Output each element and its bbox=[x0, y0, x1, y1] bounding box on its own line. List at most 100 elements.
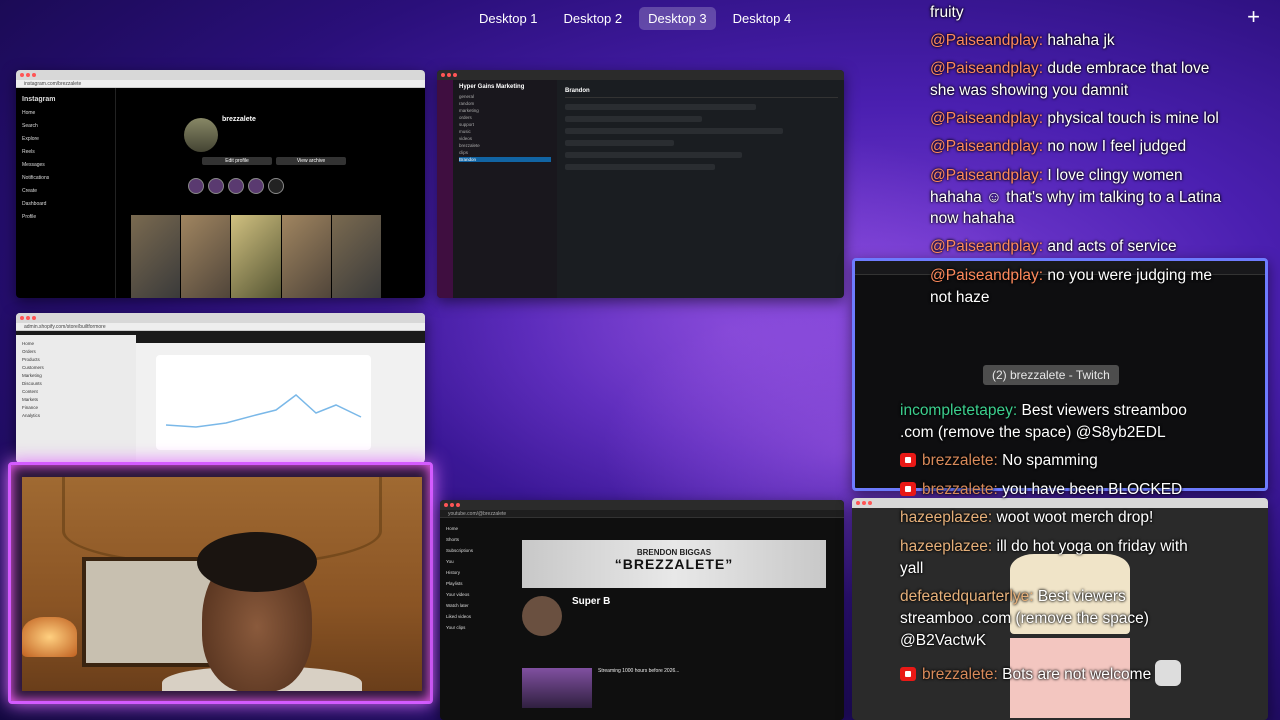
chat-username[interactable]: @Paiseandplay: bbox=[930, 60, 1043, 77]
yt-nav-item[interactable]: Shorts bbox=[446, 537, 509, 542]
channel-item[interactable]: orders bbox=[459, 115, 551, 120]
video-title[interactable]: Streaming 1000 hours before 2026... bbox=[598, 668, 679, 674]
desktop-tab-4[interactable]: Desktop 4 bbox=[724, 7, 801, 30]
shopify-menu-item[interactable]: Markets bbox=[22, 397, 130, 402]
chat-username[interactable]: defeatedquarterlye: bbox=[900, 588, 1034, 605]
yt-nav-item[interactable]: Liked videos bbox=[446, 614, 509, 619]
channel-item[interactable]: support bbox=[459, 122, 551, 127]
yt-nav-item[interactable]: Home bbox=[446, 526, 509, 531]
yt-nav-item[interactable]: Your clips bbox=[446, 625, 509, 630]
chat-username[interactable]: @Paiseandplay: bbox=[930, 238, 1043, 255]
view-archive-button[interactable]: View archive bbox=[276, 157, 346, 165]
new-highlight[interactable] bbox=[268, 178, 284, 194]
channel-item[interactable]: videos bbox=[459, 136, 551, 141]
yt-nav-item[interactable]: Your videos bbox=[446, 592, 509, 597]
ig-nav-item[interactable]: Dashboard bbox=[22, 201, 109, 207]
chat-username[interactable]: brezzalete: bbox=[922, 666, 998, 683]
chat-text: she was showing you damnit bbox=[930, 82, 1129, 99]
chat-username[interactable]: hazeeplazee: bbox=[900, 538, 992, 555]
chat-username[interactable]: @Paiseandplay: bbox=[930, 110, 1043, 127]
chat-message: @Paiseandplay: and acts of service bbox=[930, 236, 1177, 258]
desktop-switcher: Desktop 1 Desktop 2 Desktop 3 Desktop 4 bbox=[470, 7, 800, 30]
workspace-name[interactable]: Hyper Gains Marketing bbox=[459, 84, 551, 90]
story-highlight[interactable] bbox=[208, 178, 224, 194]
channel-item[interactable]: clips bbox=[459, 150, 551, 155]
edit-profile-button[interactable]: Edit profile bbox=[202, 157, 272, 165]
chat-username[interactable]: hazeeplazee: bbox=[900, 509, 992, 526]
chat-message: brezzalete: No spamming bbox=[900, 450, 1098, 472]
ig-nav-item[interactable]: Messages bbox=[22, 162, 109, 168]
post-thumbnail[interactable] bbox=[331, 215, 381, 298]
chat-username[interactable]: @Paiseandplay: bbox=[930, 138, 1043, 155]
chat-text: .com (remove the space) @S8yb2EDL bbox=[900, 424, 1166, 441]
story-highlight[interactable] bbox=[228, 178, 244, 194]
yt-nav-item[interactable]: Watch later bbox=[446, 603, 509, 608]
ig-nav-item[interactable]: Reels bbox=[22, 149, 109, 155]
story-highlight[interactable] bbox=[248, 178, 264, 194]
chat-text: dude embrace that love bbox=[1047, 60, 1210, 77]
chat-username[interactable]: @Paiseandplay: bbox=[930, 167, 1043, 184]
chat-message: brezzalete: you have been BLOCKED bbox=[900, 479, 1182, 501]
post-thumbnail[interactable] bbox=[131, 215, 181, 298]
desktop-tab-2[interactable]: Desktop 2 bbox=[555, 7, 632, 30]
shopify-menu-item[interactable]: Orders bbox=[22, 349, 130, 354]
instagram-window[interactable]: instagram.com/brezzalete Instagram Home … bbox=[16, 70, 425, 298]
ig-nav-item[interactable]: Search bbox=[22, 123, 109, 129]
yt-nav-item[interactable]: Playlists bbox=[446, 581, 509, 586]
shopify-menu-item[interactable]: Discounts bbox=[22, 381, 130, 386]
chat-text: No spamming bbox=[1002, 452, 1098, 469]
story-highlight[interactable] bbox=[188, 178, 204, 194]
ig-nav-item[interactable]: Create bbox=[22, 188, 109, 194]
address-bar[interactable]: admin.shopify.com/store/builtformore bbox=[16, 323, 425, 331]
yt-nav-item[interactable]: History bbox=[446, 570, 509, 575]
shopify-window[interactable]: admin.shopify.com/store/builtformore Hom… bbox=[16, 313, 425, 463]
address-bar[interactable]: youtube.com/@brezzalete bbox=[440, 510, 844, 518]
chat-username[interactable]: @Paiseandplay: bbox=[930, 32, 1043, 49]
youtube-window[interactable]: youtube.com/@brezzalete Home Shorts Subs… bbox=[440, 500, 844, 720]
ig-nav-item[interactable]: Explore bbox=[22, 136, 109, 142]
yt-nav-item[interactable]: Subscriptions bbox=[446, 548, 509, 553]
avatar[interactable] bbox=[184, 118, 218, 152]
shopify-menu-item[interactable]: Content bbox=[22, 389, 130, 394]
address-bar[interactable]: instagram.com/brezzalete bbox=[16, 80, 425, 88]
channel-avatar[interactable] bbox=[522, 596, 562, 636]
chat-username[interactable]: brezzalete: bbox=[922, 481, 998, 498]
channel-item-selected[interactable]: Brandon bbox=[459, 157, 551, 162]
add-desktop-button[interactable]: + bbox=[1247, 4, 1260, 30]
video-thumbnail[interactable] bbox=[522, 668, 592, 708]
shopify-menu-item[interactable]: Products bbox=[22, 357, 130, 362]
chat-username[interactable]: brezzalete: bbox=[922, 452, 998, 469]
chat-text: hahaha ☺ that's why im talking to a Lati… bbox=[930, 189, 1222, 206]
post-thumbnail[interactable] bbox=[231, 215, 281, 298]
broadcaster-badge-icon bbox=[900, 667, 916, 681]
shopify-menu-item[interactable]: Home bbox=[22, 341, 130, 346]
chat-message: fruity bbox=[930, 2, 964, 24]
chat-message: @Paiseandplay: I love clingy women bbox=[930, 165, 1183, 187]
ig-nav-item[interactable]: Home bbox=[22, 110, 109, 116]
youtube-sidebar: Home Shorts Subscriptions You History Pl… bbox=[440, 522, 515, 720]
desktop-tab-1[interactable]: Desktop 1 bbox=[470, 7, 547, 30]
channel-item[interactable]: brezzalete bbox=[459, 143, 551, 148]
shopify-menu-item[interactable]: Analytics bbox=[22, 413, 130, 418]
ig-nav-item[interactable]: Notifications bbox=[22, 175, 109, 181]
instagram-logo: Instagram bbox=[22, 96, 56, 103]
yt-nav-item[interactable]: You bbox=[446, 559, 509, 564]
slack-window[interactable]: Hyper Gains Marketing general random mar… bbox=[437, 70, 844, 298]
chat-text: ill do hot yoga on friday with bbox=[996, 538, 1188, 555]
window-titlebar bbox=[437, 70, 844, 80]
post-thumbnail[interactable] bbox=[181, 215, 231, 298]
chat-username[interactable]: incompletetapey: bbox=[900, 402, 1017, 419]
shopify-menu-item[interactable]: Finance bbox=[22, 405, 130, 410]
chat-message: streamboo .com (remove the space) bbox=[900, 608, 1149, 630]
channel-item[interactable]: marketing bbox=[459, 108, 551, 113]
chat-text: @B2VactwK bbox=[900, 632, 987, 649]
chat-username[interactable]: @Paiseandplay: bbox=[930, 267, 1043, 284]
channel-item[interactable]: music bbox=[459, 129, 551, 134]
channel-item[interactable]: random bbox=[459, 101, 551, 106]
shopify-menu-item[interactable]: Customers bbox=[22, 365, 130, 370]
channel-item[interactable]: general bbox=[459, 94, 551, 99]
shopify-menu-item[interactable]: Marketing bbox=[22, 373, 130, 378]
desktop-tab-3[interactable]: Desktop 3 bbox=[639, 7, 716, 30]
ig-nav-item[interactable]: Profile bbox=[22, 214, 109, 220]
post-thumbnail[interactable] bbox=[281, 215, 331, 298]
